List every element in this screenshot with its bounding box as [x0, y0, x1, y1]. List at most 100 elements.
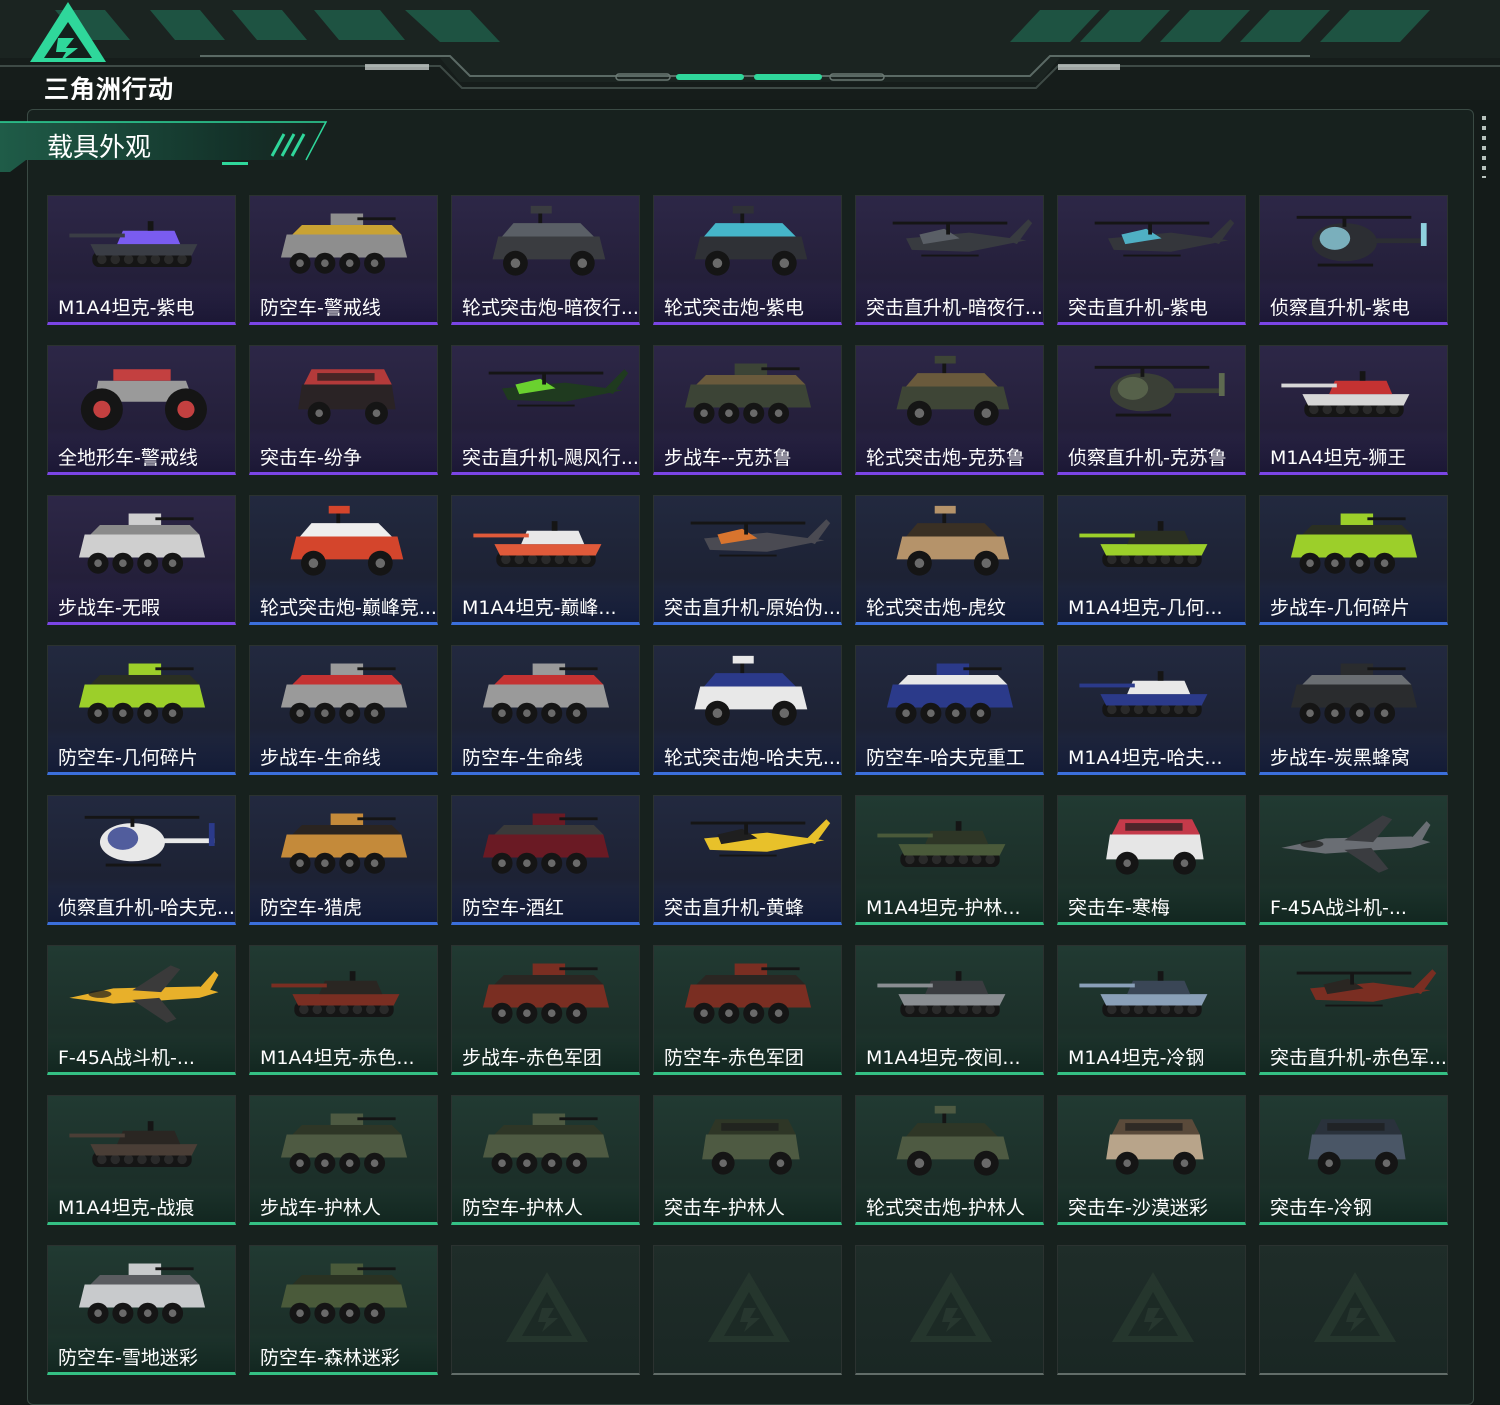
skin-grid: M1A4坦克-紫电 防空车-警戒线 轮式突击炮-暗夜行... 轮式突击炮-紫电 … [47, 195, 1451, 1377]
skin-name: 轮式突击炮-暗夜行... [462, 297, 637, 319]
top-header: 三角洲行动 [0, 0, 1500, 100]
skin-card[interactable]: 防空车-几何碎片 [47, 645, 236, 775]
skin-card[interactable]: M1A4坦克-夜间... [855, 945, 1044, 1075]
delta-logo-icon [1314, 1272, 1396, 1342]
apc-icon [482, 663, 610, 724]
skin-name: 步战车-护林人 [260, 1197, 381, 1219]
atv-icon [80, 369, 207, 431]
skin-card[interactable]: M1A4坦克-紫电 [47, 195, 236, 325]
assault-car-icon [1308, 1119, 1406, 1175]
skin-name: 防空车-猎虎 [260, 897, 362, 919]
attack-helicopter-icon [488, 369, 629, 407]
skin-card[interactable]: M1A4坦克-护林... [855, 795, 1044, 925]
skin-card[interactable]: F-45A战斗机-... [47, 945, 236, 1075]
skin-card[interactable]: 防空车-森林迷彩 [249, 1245, 438, 1375]
empty-slot [1057, 1245, 1246, 1375]
skin-name: 突击车-沙漠迷彩 [1068, 1197, 1208, 1219]
skin-card[interactable]: 轮式突击炮-巅峰竞... [249, 495, 438, 625]
skin-name: M1A4坦克-战痕 [58, 1197, 195, 1219]
skin-card[interactable]: 防空车-生命线 [451, 645, 640, 775]
skin-card[interactable]: M1A4坦克-战痕 [47, 1095, 236, 1225]
skin-card[interactable]: M1A4坦克-狮王 [1259, 345, 1448, 475]
skin-card[interactable]: 步战车-无暇 [47, 495, 236, 625]
skin-card[interactable]: 步战车-护林人 [249, 1095, 438, 1225]
skin-name: 轮式突击炮-护林人 [866, 1197, 1025, 1219]
skin-name: 轮式突击炮-虎纹 [866, 597, 1006, 619]
skin-name: M1A4坦克-几何... [1068, 597, 1223, 619]
skin-card[interactable]: 全地形车-警戒线 [47, 345, 236, 475]
skin-card[interactable]: M1A4坦克-巅峰... [451, 495, 640, 625]
delta-logo-icon [708, 1272, 790, 1342]
fighter-jet-icon [1281, 815, 1431, 873]
skin-card[interactable]: 步战车-炭黑蜂窝 [1259, 645, 1448, 775]
empty-slot [1259, 1245, 1448, 1375]
armored-car-icon [492, 205, 606, 276]
skin-name: 轮式突击炮-哈夫克... [664, 747, 839, 769]
apc-icon [1290, 513, 1418, 574]
skin-name: 突击车-护林人 [664, 1197, 785, 1219]
apc-icon [280, 1263, 408, 1324]
skin-card[interactable]: 轮式突击炮-克苏鲁 [855, 345, 1044, 475]
tank-icon [271, 971, 400, 1018]
delta-logo-icon [910, 1272, 992, 1342]
skin-card[interactable]: 防空车-赤色军团 [653, 945, 842, 1075]
tank-icon [1079, 521, 1208, 568]
skin-card[interactable]: 轮式突击炮-护林人 [855, 1095, 1044, 1225]
skin-card[interactable]: 步战车-赤色军团 [451, 945, 640, 1075]
skin-card[interactable]: 突击直升机-飓风行... [451, 345, 640, 475]
skin-card[interactable]: 突击车-冷钢 [1259, 1095, 1448, 1225]
skin-card[interactable]: 突击直升机-暗夜行... [855, 195, 1044, 325]
skin-card[interactable]: 突击车-护林人 [653, 1095, 842, 1225]
skin-card[interactable]: 步战车-生命线 [249, 645, 438, 775]
skin-name: 防空车-雪地迷彩 [58, 1347, 198, 1369]
skin-name: 突击直升机-原始伪... [664, 597, 839, 619]
skin-card[interactable]: 防空车-雪地迷彩 [47, 1245, 236, 1375]
skin-name: 步战车-赤色军团 [462, 1047, 602, 1069]
assault-car-icon [702, 1119, 800, 1175]
skin-name: 侦察直升机-紫电 [1270, 297, 1410, 319]
skin-name: 防空车-护林人 [462, 1197, 583, 1219]
skin-card[interactable]: F-45A战斗机-... [1259, 795, 1448, 925]
scroll-indicator[interactable] [1482, 116, 1486, 178]
skin-card[interactable]: 轮式突击炮-紫电 [653, 195, 842, 325]
skin-name: 防空车-几何碎片 [58, 747, 198, 769]
skin-card[interactable]: 突击直升机-黄蜂 [653, 795, 842, 925]
skin-card[interactable]: M1A4坦克-几何... [1057, 495, 1246, 625]
skin-card[interactable]: 轮式突击炮-暗夜行... [451, 195, 640, 325]
skin-card[interactable]: 防空车-护林人 [451, 1095, 640, 1225]
fighter-jet-icon [69, 965, 219, 1023]
skin-card[interactable]: 防空车-哈夫克重工 [855, 645, 1044, 775]
armored-car-icon [896, 1105, 1010, 1176]
skin-card[interactable]: M1A4坦克-冷钢 [1057, 945, 1246, 1075]
skin-card[interactable]: M1A4坦克-赤色... [249, 945, 438, 1075]
skin-card[interactable]: 侦察直升机-哈夫克... [47, 795, 236, 925]
apc-icon [280, 813, 408, 874]
skin-card[interactable]: 轮式突击炮-哈夫克... [653, 645, 842, 775]
skin-name: F-45A战斗机-... [1270, 897, 1407, 919]
skin-card[interactable]: 防空车-酒红 [451, 795, 640, 925]
skin-card[interactable]: 步战车-几何碎片 [1259, 495, 1448, 625]
skin-card[interactable]: 突击直升机-紫电 [1057, 195, 1246, 325]
skin-card[interactable]: 侦察直升机-紫电 [1259, 195, 1448, 325]
skin-card[interactable]: M1A4坦克-哈夫... [1057, 645, 1246, 775]
skin-name: 突击直升机-黄蜂 [664, 897, 804, 919]
attack-helicopter-icon [892, 219, 1033, 257]
skin-card[interactable]: 突击直升机-赤色军... [1259, 945, 1448, 1075]
skin-card[interactable]: 突击直升机-原始伪... [653, 495, 842, 625]
skin-name: 防空车-酒红 [462, 897, 564, 919]
skin-card[interactable]: 突击车-纷争 [249, 345, 438, 475]
skin-card[interactable]: 突击车-沙漠迷彩 [1057, 1095, 1246, 1225]
empty-slot [451, 1245, 640, 1375]
skin-card[interactable]: 步战车--克苏鲁 [653, 345, 842, 475]
assault-car-icon [1106, 819, 1204, 875]
skin-card[interactable]: 防空车-猎虎 [249, 795, 438, 925]
armored-car-icon [290, 505, 404, 576]
skin-card[interactable]: 突击车-寒梅 [1057, 795, 1246, 925]
skin-card[interactable]: 侦察直升机-克苏鲁 [1057, 345, 1246, 475]
skin-card[interactable]: 防空车-警戒线 [249, 195, 438, 325]
skin-name: 突击直升机-飓风行... [462, 447, 637, 469]
assault-car-icon [298, 369, 396, 425]
skin-card[interactable]: 轮式突击炮-虎纹 [855, 495, 1044, 625]
tank-icon [877, 821, 1006, 868]
skin-name: 防空车-森林迷彩 [260, 1347, 400, 1369]
